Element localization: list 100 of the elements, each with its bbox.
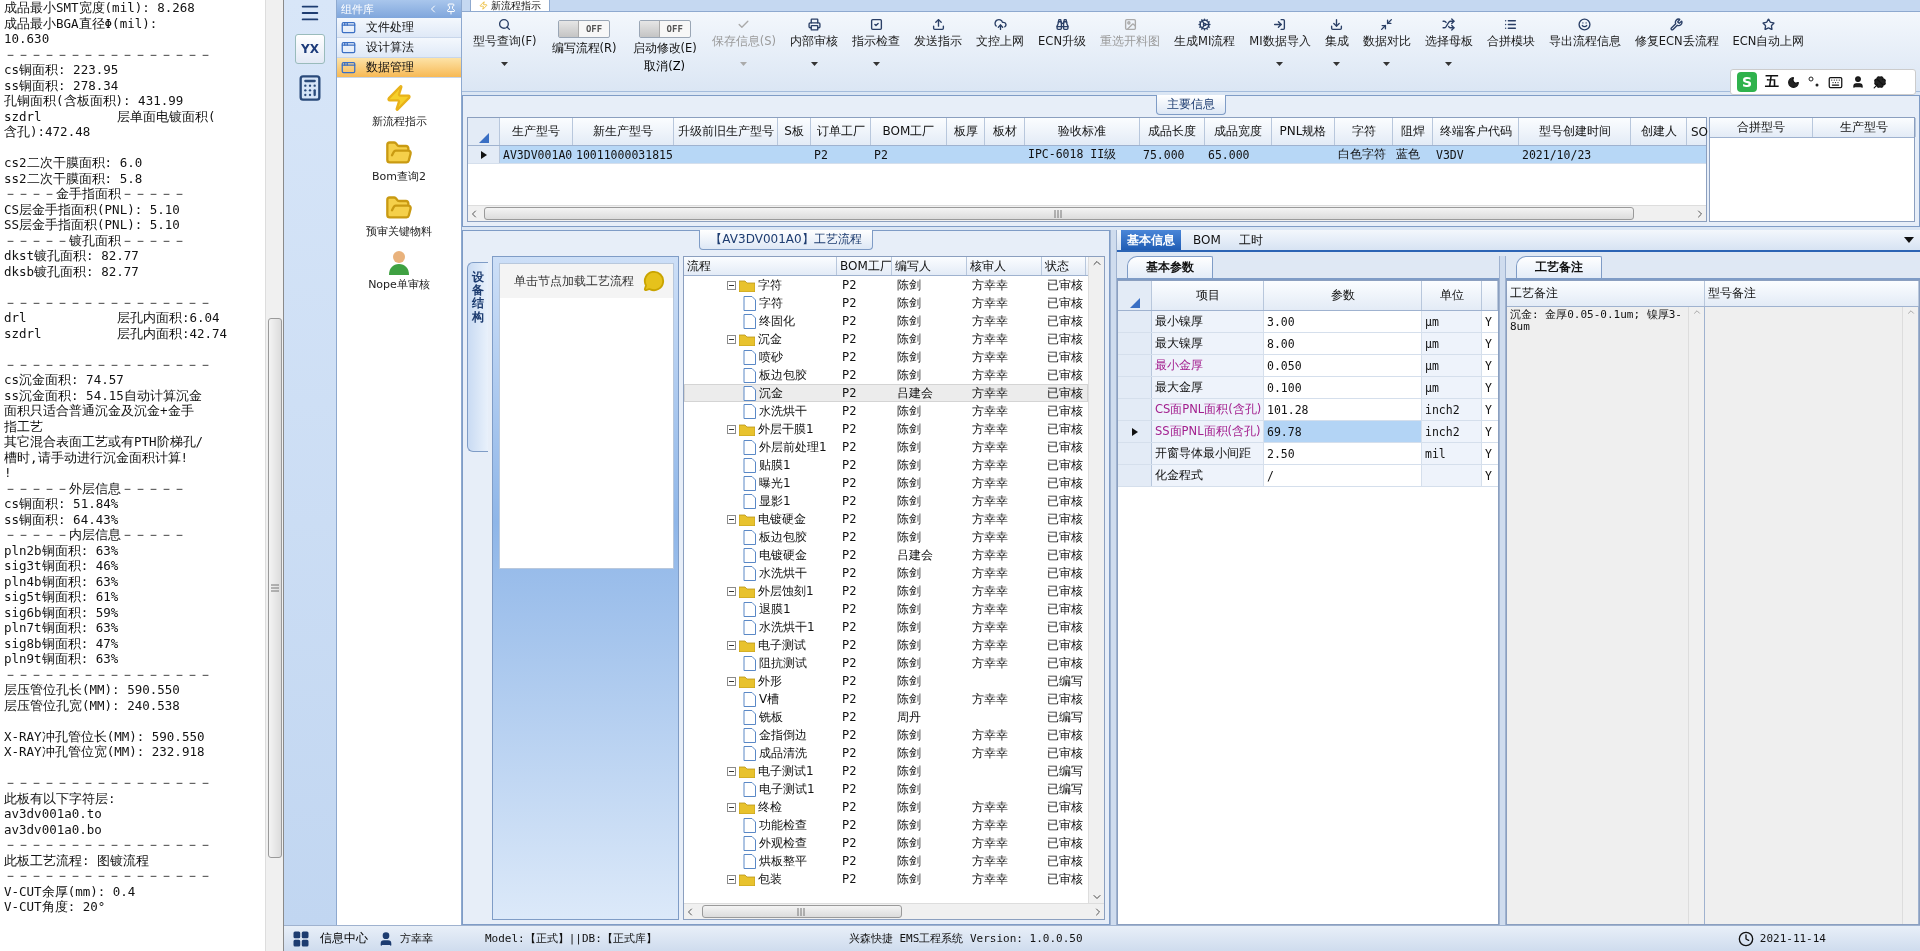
column-header[interactable]: 参数 xyxy=(1264,281,1422,310)
table-cell-text: P2 xyxy=(873,146,889,163)
toggle-switch[interactable]: OFF xyxy=(558,20,611,38)
row-pointer-icon xyxy=(1131,427,1138,436)
column-header[interactable]: 型号创建时间 xyxy=(1519,118,1631,145)
collapse-toggle[interactable] xyxy=(727,874,736,884)
column-header[interactable]: 流程 xyxy=(684,257,837,275)
toolbar-button[interactable]: 内部审核 xyxy=(785,16,844,68)
column-header[interactable]: BOM工厂 xyxy=(871,118,947,145)
toolbar-button[interactable]: ECN自动上网 xyxy=(1727,16,1810,51)
sub-tab[interactable]: 基本参数 xyxy=(1127,256,1213,278)
user-icon[interactable] xyxy=(1851,75,1865,89)
collapse-toggle[interactable] xyxy=(727,514,736,524)
column-header[interactable]: 字符 xyxy=(1335,118,1393,145)
toolbar-button[interactable]: 导出流程信息 xyxy=(1543,16,1626,51)
document-tab[interactable]: 新流程指示 xyxy=(470,0,550,11)
dropdown-icon[interactable] xyxy=(1904,237,1914,243)
column-header[interactable]: BOM工厂 xyxy=(837,257,892,275)
column-header[interactable]: 阻焊 xyxy=(1393,118,1433,145)
collapse-toggle[interactable] xyxy=(727,280,736,290)
toolbar-button[interactable]: 指示检查 xyxy=(847,16,906,68)
vertical-scrollbar[interactable] xyxy=(1688,307,1704,924)
table-cell-text: 已审核 xyxy=(1046,601,1084,617)
table-row[interactable]: 最大镍厚 8.00 μm Y xyxy=(1118,333,1498,355)
table-row[interactable]: SS面PNL面积(含孔) 69.78 inch2 Y xyxy=(1118,421,1498,443)
table-row[interactable]: 最小镍厚 3.00 μm Y xyxy=(1118,311,1498,333)
moon-icon[interactable] xyxy=(1787,75,1800,89)
toolbar-button[interactable]: 选择母板 xyxy=(1419,16,1478,68)
toolbar-button[interactable]: 发送指示 xyxy=(909,16,968,51)
column-header[interactable]: 工艺备注 xyxy=(1507,281,1705,306)
table-row[interactable]: 最大金厚 0.100 μm Y xyxy=(1118,377,1498,399)
toolbar-button[interactable]: 生成MI流程 xyxy=(1169,16,1241,51)
category-item[interactable]: 文件处理 xyxy=(337,18,461,38)
collapse-toggle[interactable] xyxy=(727,766,736,776)
collapse-toggle[interactable] xyxy=(727,424,736,434)
collapse-toggle[interactable] xyxy=(727,640,736,650)
panel-title: 组件库 xyxy=(341,1,375,17)
tree-row[interactable]: 沉金 P2 吕建会 方幸幸 已审核 xyxy=(684,384,1088,402)
sub-tab[interactable]: 工艺备注 xyxy=(1516,256,1602,278)
collapse-toggle[interactable] xyxy=(727,676,736,686)
vertical-scrollbar[interactable] xyxy=(265,0,283,951)
column-header[interactable]: 单位 xyxy=(1422,281,1482,310)
keyboard-icon[interactable] xyxy=(1828,74,1843,90)
tab[interactable]: BOM xyxy=(1187,230,1227,250)
toolbar-button[interactable]: 文控上网 xyxy=(971,16,1030,51)
toolbar-button[interactable]: 数据对比 xyxy=(1357,16,1416,68)
info-center-button[interactable]: 信息中心 xyxy=(316,930,372,947)
column-header[interactable]: 升级前旧生产型号 xyxy=(674,118,778,145)
tab[interactable]: 基本信息 xyxy=(1121,230,1181,250)
column-header[interactable]: 型号备注 xyxy=(1705,281,1919,306)
column-header[interactable]: 创建人 xyxy=(1631,118,1687,145)
punctuation-icon[interactable] xyxy=(1808,76,1820,88)
category-item[interactable]: 设计算法 xyxy=(337,38,461,58)
column-header[interactable]: 编写人 xyxy=(892,257,967,275)
component-tool[interactable]: 预审关键物料 xyxy=(364,192,434,241)
column-header[interactable]: 验收标准 xyxy=(1025,118,1140,145)
column-header[interactable]: S板 xyxy=(778,118,811,145)
collapse-toggle[interactable] xyxy=(727,802,736,812)
column-header[interactable]: 生产型号 xyxy=(500,118,573,145)
table-cell: μm xyxy=(1422,311,1482,332)
vertical-scrollbar[interactable] xyxy=(1902,307,1918,924)
column-header[interactable]: 状态 xyxy=(1042,257,1086,275)
category-item[interactable]: 数据管理 xyxy=(337,58,461,78)
column-header[interactable]: 核审人 xyxy=(967,257,1042,275)
column-header[interactable]: 成品宽度 xyxy=(1205,118,1272,145)
column-header[interactable]: 新生产型号 xyxy=(573,118,674,145)
column-header[interactable]: 项目 xyxy=(1152,281,1264,310)
component-tool[interactable]: Bom查询2 xyxy=(370,137,428,186)
table-row[interactable]: 化金程式 / Y xyxy=(1118,465,1498,487)
toolbar-button[interactable]: MI数据导入 xyxy=(1244,16,1316,68)
input-mode[interactable]: 五 xyxy=(1765,73,1779,91)
toggle-switch[interactable]: OFF xyxy=(638,20,691,38)
table-row[interactable]: AV3DV001A0 10011000031815 P2 P2 IPC-6018 II级 75.000 65.000 白色字符 蓝色 V3DV 2021/10/23 xyxy=(468,146,1706,164)
table-cell-text: P2 xyxy=(841,403,858,419)
column-header[interactable]: 生产型号 xyxy=(1813,118,1916,137)
table-row[interactable]: 开窗导体最小间距 2.50 mil Y xyxy=(1118,443,1498,465)
tab[interactable]: 工时 xyxy=(1232,230,1269,250)
grid-icon[interactable] xyxy=(292,929,310,948)
toolbar-button[interactable]: 合拼模块 xyxy=(1481,16,1540,51)
toolbar-button[interactable]: 集成 xyxy=(1319,16,1354,68)
column-header[interactable]: 板材 xyxy=(985,118,1025,145)
toolbar-button[interactable]: ECN升级 xyxy=(1033,16,1091,51)
collapse-toggle[interactable] xyxy=(727,334,736,344)
component-tool[interactable]: 新流程指示 xyxy=(369,82,429,131)
clover-icon[interactable] xyxy=(1873,75,1887,89)
table-row[interactable]: 最小金厚 0.050 μm Y xyxy=(1118,355,1498,377)
table-row[interactable]: CS面PNL面积(含孔) 101.28 inch2 Y xyxy=(1118,399,1498,421)
cancel-button[interactable]: 取消(Z) xyxy=(644,59,686,74)
column-header[interactable]: 板厚 xyxy=(947,118,985,145)
column-header[interactable]: 终端客户代码 xyxy=(1433,118,1519,145)
column-header[interactable]: PNL规格 xyxy=(1272,118,1335,145)
component-tool[interactable]: Nope单审核 xyxy=(366,247,432,294)
collapse-toggle[interactable] xyxy=(727,586,736,596)
side-tab[interactable]: 设备结构 xyxy=(467,262,489,452)
column-header[interactable]: 成品长度 xyxy=(1140,118,1205,145)
app-logo[interactable]: YX xyxy=(295,34,325,64)
column-header[interactable]: 合拼型号 xyxy=(1710,118,1813,137)
toolbar-button[interactable]: 修复ECN丢流程 xyxy=(1629,16,1724,51)
column-header[interactable]: 订单工厂 xyxy=(811,118,871,145)
toolbar-button[interactable]: 型号查询(F) xyxy=(468,16,542,68)
